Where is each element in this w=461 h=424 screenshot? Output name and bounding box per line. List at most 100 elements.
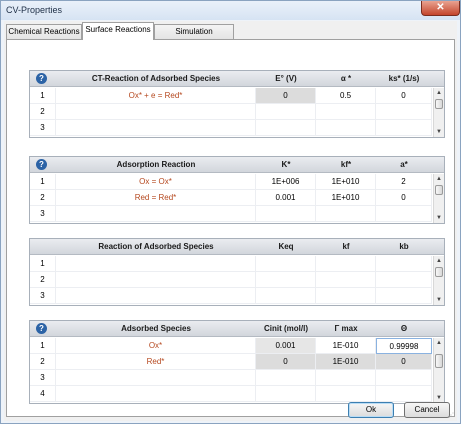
adsorption-reaction-grid: ? Adsorption Reaction K* kf* a* 1 Ox = O… — [29, 156, 445, 224]
dialog-client: Chemical Reactions Surface Reactions Sim… — [4, 21, 457, 421]
tab-chemical-reactions[interactable]: Chemical Reactions — [6, 24, 82, 39]
column-header: kf — [342, 242, 350, 251]
row-number: 2 — [30, 354, 56, 370]
column-header: Γ max — [334, 324, 358, 333]
kf-cell[interactable]: 1E+010 — [316, 190, 376, 206]
theta-cell[interactable]: 0 — [376, 354, 432, 370]
e0-cell[interactable] — [256, 120, 316, 136]
e0-cell[interactable] — [256, 104, 316, 120]
scroll-down-icon[interactable]: ▼ — [435, 128, 443, 136]
cancel-button[interactable]: Cancel — [404, 402, 450, 418]
keq-cell[interactable] — [256, 272, 316, 288]
row-number: 2 — [30, 104, 56, 120]
kb-cell[interactable] — [376, 256, 432, 272]
reaction-cell[interactable] — [56, 272, 256, 288]
gamma-max-cell[interactable]: 1E-010 — [316, 354, 376, 370]
column-header: CT-Reaction of Adsorbed Species — [91, 74, 221, 83]
kf-cell[interactable] — [316, 256, 376, 272]
gamma-max-cell[interactable] — [316, 386, 376, 402]
adsorbed-species-reaction-grid: Reaction of Adsorbed Species Keq kf kb 1… — [29, 238, 445, 306]
cinit-cell[interactable] — [256, 386, 316, 402]
ct-reaction-grid: ? CT-Reaction of Adsorbed Species E° (V)… — [29, 70, 445, 138]
scroll-up-icon[interactable]: ▲ — [435, 175, 443, 183]
column-header: ks* (1/s) — [388, 74, 420, 83]
adsorbed-species-grid: ? Adsorbed Species Cinit (mol/l) Γ max Θ… — [29, 320, 445, 404]
scroll-up-icon[interactable]: ▲ — [435, 339, 443, 347]
keq-cell[interactable] — [256, 256, 316, 272]
column-header: α * — [340, 74, 352, 83]
reaction-cell[interactable]: Ox = Ox* — [56, 174, 256, 190]
cinit-cell[interactable]: 0 — [256, 354, 316, 370]
a-cell[interactable]: 0 — [376, 190, 432, 206]
reaction-cell[interactable]: Ox* + e = Red* — [56, 88, 256, 104]
gamma-max-cell[interactable]: 1E-010 — [316, 338, 376, 354]
scroll-thumb[interactable] — [435, 354, 443, 368]
vertical-scrollbar[interactable]: ▲ ▼ — [433, 256, 444, 305]
column-header: E° (V) — [275, 74, 297, 83]
k-cell[interactable]: 0.001 — [256, 190, 316, 206]
reaction-cell[interactable] — [56, 288, 256, 304]
a-cell[interactable]: 2 — [376, 174, 432, 190]
reaction-cell[interactable]: Red = Red* — [56, 190, 256, 206]
column-header: a* — [400, 160, 408, 169]
scroll-thumb[interactable] — [435, 185, 443, 195]
species-cell[interactable] — [56, 370, 256, 386]
theta-cell[interactable] — [376, 386, 432, 402]
help-icon[interactable]: ? — [36, 73, 47, 84]
alpha-cell[interactable] — [316, 120, 376, 136]
a-cell[interactable] — [376, 206, 432, 222]
table-row: 2 — [30, 272, 432, 288]
keq-cell[interactable] — [256, 288, 316, 304]
scroll-thumb[interactable] — [435, 99, 443, 109]
row-number: 3 — [30, 288, 56, 304]
reaction-cell[interactable] — [56, 104, 256, 120]
ks-cell[interactable] — [376, 104, 432, 120]
window-title: CV-Properties — [6, 5, 63, 15]
scroll-down-icon[interactable]: ▼ — [435, 214, 443, 222]
vertical-scrollbar[interactable]: ▲ ▼ — [433, 338, 444, 403]
theta-cell[interactable] — [376, 370, 432, 386]
alpha-cell[interactable] — [316, 104, 376, 120]
close-button[interactable]: ✕ — [421, 1, 460, 16]
tab-simulation-parameters[interactable]: Simulation Parameters — [154, 24, 234, 49]
help-icon[interactable]: ? — [36, 159, 47, 170]
resize-grip-icon[interactable]: ⋰ — [448, 412, 456, 420]
table-row: 1 Ox* + e = Red* 0 0.5 0 — [30, 88, 432, 104]
reaction-cell[interactable] — [56, 206, 256, 222]
kf-cell[interactable] — [316, 272, 376, 288]
column-header: Adsorption Reaction — [116, 160, 196, 169]
species-cell[interactable]: Ox* — [56, 338, 256, 354]
reaction-cell[interactable] — [56, 120, 256, 136]
cinit-cell[interactable]: 0.001 — [256, 338, 316, 354]
k-cell[interactable]: 1E+006 — [256, 174, 316, 190]
scroll-up-icon[interactable]: ▲ — [435, 257, 443, 265]
scroll-up-icon[interactable]: ▲ — [435, 89, 443, 97]
ks-cell[interactable] — [376, 120, 432, 136]
ok-button[interactable]: Ok — [348, 402, 394, 418]
reaction-cell[interactable] — [56, 256, 256, 272]
species-cell[interactable]: Red* — [56, 354, 256, 370]
e0-cell[interactable]: 0 — [256, 88, 316, 104]
kb-cell[interactable] — [376, 272, 432, 288]
vertical-scrollbar[interactable]: ▲ ▼ — [433, 88, 444, 137]
kf-cell[interactable] — [316, 288, 376, 304]
k-cell[interactable] — [256, 206, 316, 222]
tab-surface-reactions[interactable]: Surface Reactions — [82, 22, 154, 40]
scroll-down-icon[interactable]: ▼ — [435, 296, 443, 304]
vertical-scrollbar[interactable]: ▲ ▼ — [433, 174, 444, 223]
scroll-thumb[interactable] — [435, 267, 443, 277]
alpha-cell[interactable]: 0.5 — [316, 88, 376, 104]
help-icon[interactable]: ? — [36, 323, 47, 334]
kf-cell[interactable]: 1E+010 — [316, 174, 376, 190]
cinit-cell[interactable] — [256, 370, 316, 386]
theta-cell[interactable]: 0.99998 — [376, 338, 432, 354]
adsorption-reaction-header: ? Adsorption Reaction K* kf* a* — [30, 157, 444, 173]
ks-cell[interactable]: 0 — [376, 88, 432, 104]
table-row: 2 — [30, 104, 432, 120]
scroll-down-icon[interactable]: ▼ — [435, 394, 443, 402]
column-header: Θ — [400, 324, 408, 333]
gamma-max-cell[interactable] — [316, 370, 376, 386]
kb-cell[interactable] — [376, 288, 432, 304]
kf-cell[interactable] — [316, 206, 376, 222]
species-cell[interactable] — [56, 386, 256, 402]
